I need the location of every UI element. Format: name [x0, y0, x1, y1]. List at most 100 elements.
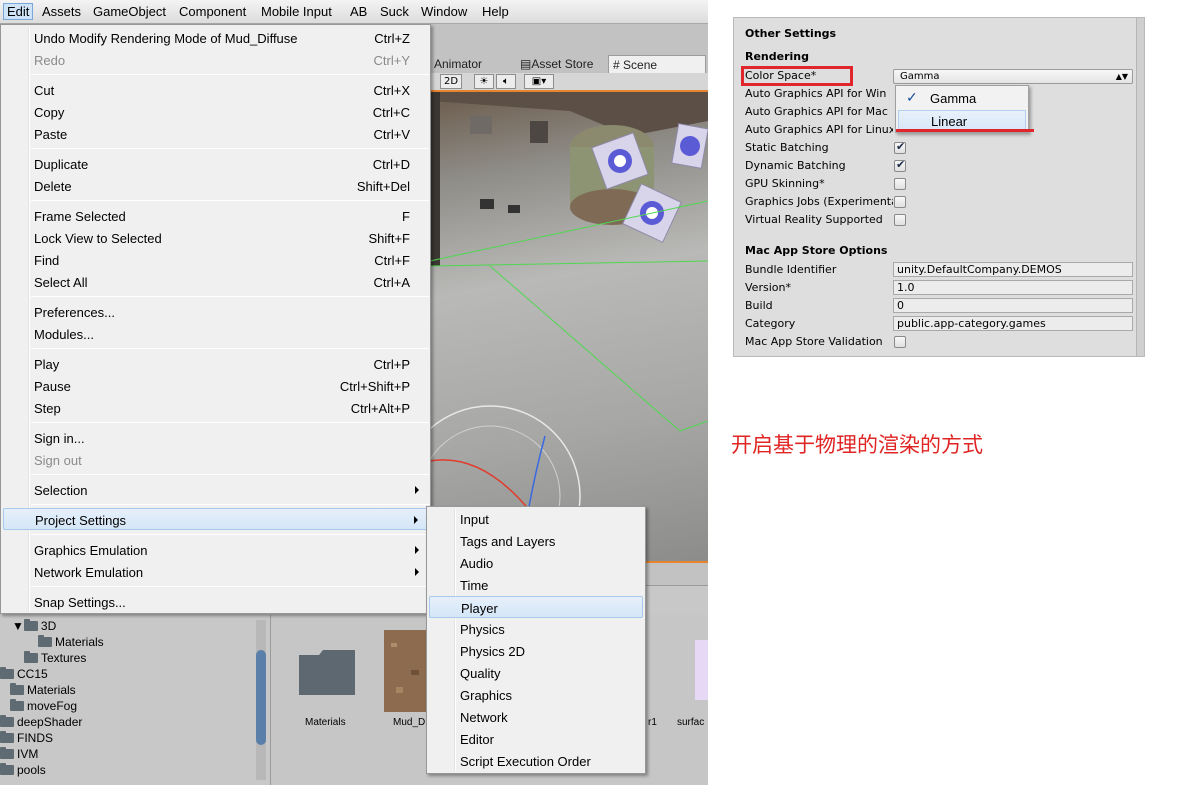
menu-item-modules[interactable]: Modules... [3, 323, 428, 345]
menu-ab[interactable]: AB [350, 4, 367, 19]
submenu-item-script-execution-order[interactable]: Script Execution Order [429, 750, 643, 772]
menu-item-select-all[interactable]: Select All Ctrl+A [3, 271, 428, 293]
graphics-jobs-checkbox[interactable] [894, 196, 906, 208]
version-field[interactable]: 1.0 [893, 280, 1133, 295]
menu-item-sign-out[interactable]: Sign out [3, 449, 428, 471]
submenu-item-tags-layers[interactable]: Tags and Layers [429, 530, 643, 552]
menu-item-paste[interactable]: Paste Ctrl+V [3, 123, 428, 145]
menu-item-sign-in[interactable]: Sign in... [3, 427, 428, 449]
tree-item-label: pools [17, 763, 46, 777]
category-label: Category [745, 317, 796, 330]
submenu-item-label: Network [460, 710, 508, 725]
menu-window[interactable]: Window [421, 4, 467, 19]
asset-label[interactable]: Materials [305, 717, 346, 728]
tree-item[interactable]: Materials [38, 635, 104, 651]
option-gamma[interactable]: ✓ Gamma [898, 88, 1026, 109]
menu-item-shortcut: Ctrl+X [373, 83, 410, 98]
toggle-2d-button[interactable]: 2D [440, 74, 462, 89]
tree-item[interactable]: FINDS [0, 731, 53, 747]
submenu-item-audio[interactable]: Audio [429, 552, 643, 574]
submenu-item-physics-2d[interactable]: Physics 2D [429, 640, 643, 662]
menu-item-selection[interactable]: Selection [3, 479, 428, 501]
submenu-item-editor[interactable]: Editor [429, 728, 643, 750]
menu-item-duplicate[interactable]: Duplicate Ctrl+D [3, 153, 428, 175]
tab-animator[interactable]: Animator [430, 55, 486, 73]
folder-icon [24, 651, 38, 663]
menu-item-shortcut: Ctrl+Shift+P [339, 379, 410, 394]
tree-item-label: Materials [55, 635, 104, 649]
tree-item[interactable]: CC15 [0, 667, 48, 683]
menu-item-redo[interactable]: Redo Ctrl+Y [3, 49, 428, 71]
tree-item[interactable]: moveFog [10, 699, 77, 715]
submenu-item-graphics[interactable]: Graphics [429, 684, 643, 706]
effects-dropdown-icon[interactable]: ▣▾ [524, 74, 554, 89]
category-field[interactable]: public.app-category.games [893, 316, 1133, 331]
menu-item-delete[interactable]: Delete Shift+Del [3, 175, 428, 197]
option-linear[interactable]: Linear [898, 110, 1026, 131]
lighting-toggle-icon[interactable]: ☀ [474, 74, 494, 89]
option-label: Linear [931, 114, 968, 129]
gpu-skinning-checkbox[interactable] [894, 178, 906, 190]
tree-item[interactable]: Materials [10, 683, 76, 699]
submenu-item-player[interactable]: Player [429, 596, 643, 618]
menu-item-frame-selected[interactable]: Frame Selected F [3, 205, 428, 227]
tree-item[interactable]: deepShader [0, 715, 82, 731]
submenu-item-input[interactable]: Input [429, 508, 643, 530]
menu-item-snap-settings[interactable]: Snap Settings... [3, 591, 428, 613]
asset-label[interactable]: r1 [648, 717, 657, 728]
submenu-item-label: Physics 2D [460, 644, 526, 659]
scene-viewport[interactable] [430, 91, 708, 561]
menu-gameobject[interactable]: GameObject [93, 4, 166, 19]
grid-icon: # [613, 58, 620, 72]
menu-item-step[interactable]: Step Ctrl+Alt+P [3, 397, 428, 419]
tab-scene[interactable]: # Scene [608, 55, 706, 73]
menu-item-find[interactable]: Find Ctrl+F [3, 249, 428, 271]
tree-scrollbar-thumb[interactable] [256, 650, 266, 745]
menu-item-project-settings[interactable]: Project Settings [3, 508, 428, 530]
color-space-dropdown[interactable]: Gamma ▲▼ [893, 69, 1133, 84]
edit-menu: Undo Modify Rendering Mode of Mud_Diffus… [0, 24, 431, 614]
submenu-item-physics[interactable]: Physics [429, 618, 643, 640]
menu-item-cut[interactable]: Cut Ctrl+X [3, 79, 428, 101]
submenu-item-time[interactable]: Time [429, 574, 643, 596]
menu-item-graphics-emulation[interactable]: Graphics Emulation [3, 539, 428, 561]
tree-item[interactable]: ▼ 3D [12, 619, 56, 635]
bundle-identifier-field[interactable]: unity.DefaultCompany.DEMOS [893, 262, 1133, 277]
highlight-underline [896, 129, 1034, 132]
audio-toggle-icon[interactable]: 🔈︎ [496, 74, 516, 89]
menu-help[interactable]: Help [482, 4, 509, 19]
asset-label[interactable]: surfac [677, 717, 704, 728]
vr-supported-checkbox[interactable] [894, 214, 906, 226]
menu-suck[interactable]: Suck [380, 4, 409, 19]
menu-edit[interactable]: Edit [3, 3, 34, 20]
tree-item[interactable]: pools [0, 763, 46, 779]
tree-item[interactable]: Textures [24, 651, 86, 667]
build-field[interactable]: 0 [893, 298, 1133, 313]
menu-item-network-emulation[interactable]: Network Emulation [3, 561, 428, 583]
menu-item-shortcut: Ctrl+Z [374, 31, 410, 46]
scene-toolbar: 2D ☀ 🔈︎ ▣▾ [430, 73, 708, 91]
inspector-scrollbar[interactable] [1136, 18, 1144, 356]
dynamic-batching-checkbox[interactable] [894, 158, 906, 172]
menu-item-undo[interactable]: Undo Modify Rendering Mode of Mud_Diffus… [3, 27, 428, 49]
menu-item-preferences[interactable]: Preferences... [3, 301, 428, 323]
menu-item-copy[interactable]: Copy Ctrl+C [3, 101, 428, 123]
mac-app-store-validation-checkbox[interactable] [894, 336, 906, 348]
menu-item-lock-view[interactable]: Lock View to Selected Shift+F [3, 227, 428, 249]
menu-item-label: Snap Settings... [34, 595, 126, 610]
asset-label[interactable]: Mud_D [393, 717, 425, 728]
menu-item-pause[interactable]: Pause Ctrl+Shift+P [3, 375, 428, 397]
static-batching-checkbox[interactable] [894, 140, 906, 154]
menu-item-play[interactable]: Play Ctrl+P [3, 353, 428, 375]
menu-component[interactable]: Component [179, 4, 246, 19]
menu-assets[interactable]: Assets [42, 4, 81, 19]
other-settings-header[interactable]: Other Settings [745, 27, 836, 40]
folder-icon [0, 731, 14, 743]
submenu-item-quality[interactable]: Quality [429, 662, 643, 684]
menu-mobile-input[interactable]: Mobile Input [261, 4, 332, 19]
submenu-item-network[interactable]: Network [429, 706, 643, 728]
menu-separator [31, 474, 429, 475]
tab-asset-store[interactable]: ▤Asset Store [516, 55, 597, 73]
tree-item[interactable]: IVM [0, 747, 38, 763]
menu-item-label: Redo [34, 53, 66, 68]
